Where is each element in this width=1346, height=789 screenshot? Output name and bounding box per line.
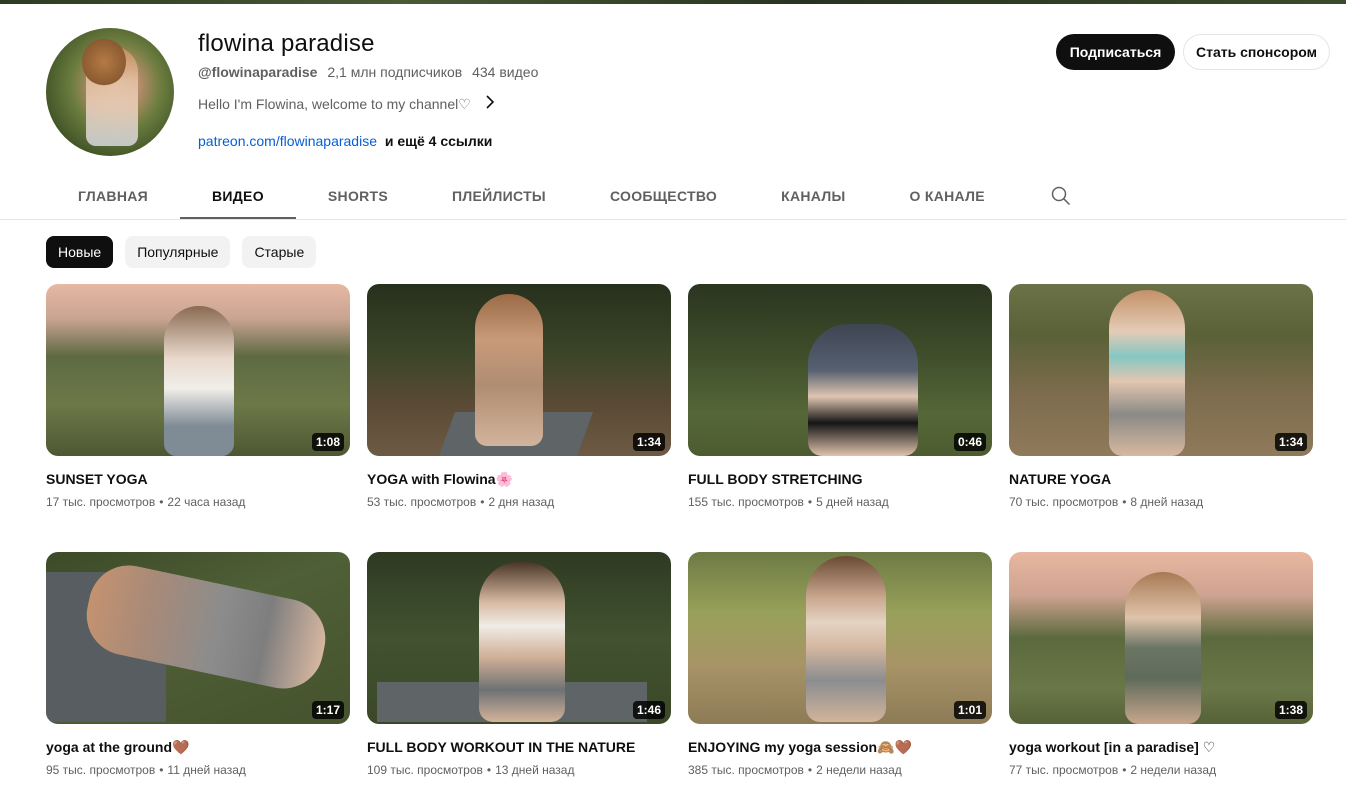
channel-banner (0, 0, 1346, 4)
tabs-divider (0, 219, 1346, 220)
more-links[interactable]: и ещё 4 ссылки (385, 133, 492, 149)
avatar-hair (82, 38, 126, 86)
video-meta: 385 тыс. просмотров • 2 недели назад (688, 763, 902, 777)
video-thumbnail[interactable]: 1:34 (1009, 284, 1313, 456)
view-count: 53 тыс. просмотров (367, 495, 477, 509)
channel-name: flowina paradise (198, 30, 375, 57)
tab-playlists[interactable]: ПЛЕЙЛИСТЫ (420, 172, 578, 220)
video-title[interactable]: ENJOYING my yoga session🙈🤎 (688, 737, 992, 757)
view-count: 95 тыс. просмотров (46, 763, 156, 777)
description-text: Hello I'm Flowina, welcome to my channel… (198, 96, 471, 112)
tab-channels[interactable]: КАНАЛЫ (749, 172, 877, 220)
video-duration: 0:46 (953, 433, 986, 451)
video-title[interactable]: FULL BODY WORKOUT IN THE NATURE (367, 737, 671, 757)
video-duration: 1:38 (1274, 701, 1307, 719)
view-count: 70 тыс. просмотров (1009, 495, 1119, 509)
upload-age: 11 дней назад (167, 763, 246, 777)
video-thumbnail[interactable]: 1:34 (367, 284, 671, 456)
video-card[interactable]: 1:34 NATURE YOGA 70 тыс. просмотров • 8 дн… (1009, 284, 1313, 552)
tab-home[interactable]: ГЛАВНАЯ (46, 172, 180, 220)
video-title[interactable]: yoga workout [in a paradise] ♡ (1009, 737, 1313, 757)
view-count: 109 тыс. просмотров (367, 763, 483, 777)
channel-avatar[interactable] (46, 28, 174, 156)
video-card[interactable]: 0:46 FULL BODY STRETCHING 155 тыс. просм… (688, 284, 992, 552)
video-grid: 1:08 SUNSET YOGA 17 тыс. просмотров • 22 ч… (46, 284, 1313, 789)
video-duration: 1:01 (953, 701, 986, 719)
filter-oldest[interactable]: Старые (242, 236, 317, 268)
upload-age: 22 часа назад (167, 495, 246, 509)
upload-age: 2 дня назад (488, 495, 555, 509)
video-duration: 1:34 (1274, 433, 1307, 451)
tab-community[interactable]: СООБЩЕСТВО (578, 172, 749, 220)
video-thumbnail[interactable]: 1:46 (367, 552, 671, 724)
video-title[interactable]: yoga at the ground🤎 (46, 737, 350, 757)
filter-newest[interactable]: Новые (46, 236, 114, 268)
thumbnail-figure (806, 556, 886, 722)
upload-age: 8 дней назад (1130, 495, 1204, 509)
upload-age: 2 недели назад (1130, 763, 1217, 777)
upload-age: 2 недели назад (816, 763, 902, 777)
upload-age: 13 дней назад (495, 763, 575, 777)
video-count: 434 видео (472, 64, 539, 80)
video-thumbnail[interactable]: 1:38 (1009, 552, 1313, 724)
video-duration: 1:08 (311, 433, 344, 451)
video-duration: 1:34 (632, 433, 665, 451)
video-meta: 70 тыс. просмотров • 8 дней назад (1009, 495, 1204, 509)
video-meta: 77 тыс. просмотров • 2 недели назад (1009, 763, 1217, 777)
sponsor-button[interactable]: Стать спонсором (1183, 34, 1330, 70)
tab-shorts[interactable]: SHORTS (296, 172, 420, 220)
subscriber-count: 2,1 млн подписчиков (327, 64, 463, 80)
video-thumbnail[interactable]: 1:17 (46, 552, 350, 724)
video-card[interactable]: 1:34 YOGA with Flowina🌸 53 тыс. просмотр… (367, 284, 671, 552)
patreon-link[interactable]: patreon.com/flowinaparadise (198, 133, 377, 149)
video-card[interactable]: 1:38 yoga workout [in a paradise] ♡ 77 т… (1009, 552, 1313, 789)
video-meta: 95 тыс. просмотров • 11 дней назад (46, 763, 246, 777)
search-icon[interactable] (1043, 172, 1079, 220)
video-title[interactable]: YOGA with Flowina🌸 (367, 469, 671, 489)
video-title[interactable]: FULL BODY STRETCHING (688, 469, 992, 489)
subscribe-button[interactable]: Подписаться (1056, 34, 1175, 70)
channel-description[interactable]: Hello I'm Flowina, welcome to my channel… (198, 95, 495, 114)
view-count: 385 тыс. просмотров (688, 763, 804, 777)
video-card[interactable]: 1:08 SUNSET YOGA 17 тыс. просмотров • 22 ч… (46, 284, 350, 552)
view-count: 17 тыс. просмотров (46, 495, 156, 509)
video-card[interactable]: 1:17 yoga at the ground🤎 95 тыс. просмот… (46, 552, 350, 789)
upload-age: 5 дней назад (816, 495, 889, 509)
video-meta: 53 тыс. просмотров • 2 дня назад (367, 495, 555, 509)
thumbnail-figure (479, 562, 565, 722)
thumbnail-figure (1125, 572, 1201, 724)
video-title[interactable]: SUNSET YOGA (46, 469, 350, 489)
video-duration: 1:17 (311, 701, 344, 719)
channel-tabs: ГЛАВНАЯ ВИДЕО SHORTS ПЛЕЙЛИСТЫ СООБЩЕСТВ… (46, 172, 1079, 220)
thumbnail-figure (1109, 290, 1185, 456)
video-thumbnail[interactable]: 1:01 (688, 552, 992, 724)
video-thumbnail[interactable]: 1:08 (46, 284, 350, 456)
tab-videos[interactable]: ВИДЕО (180, 172, 296, 220)
chevron-right-icon[interactable] (485, 95, 495, 114)
channel-handle: @flowinaparadise (198, 64, 318, 80)
video-thumbnail[interactable]: 0:46 (688, 284, 992, 456)
channel-meta: @flowinaparadise 2,1 млн подписчиков 434… (198, 64, 538, 80)
thumbnail-figure (164, 306, 234, 456)
video-duration: 1:46 (632, 701, 665, 719)
thumbnail-figure (475, 294, 543, 446)
view-count: 155 тыс. просмотров (688, 495, 804, 509)
filter-popular[interactable]: Популярные (125, 236, 231, 268)
thumbnail-figure (808, 324, 918, 456)
video-meta: 17 тыс. просмотров • 22 часа назад (46, 495, 246, 509)
video-card[interactable]: 1:01 ENJOYING my yoga session🙈🤎 385 тыс.… (688, 552, 992, 789)
video-meta: 155 тыс. просмотров • 5 дней назад (688, 495, 889, 509)
video-title[interactable]: NATURE YOGA (1009, 469, 1313, 489)
sort-filters: Новые Популярные Старые (46, 236, 317, 268)
tab-about[interactable]: О КАНАЛЕ (878, 172, 1017, 220)
video-meta: 109 тыс. просмотров • 13 дней назад (367, 763, 575, 777)
view-count: 77 тыс. просмотров (1009, 763, 1119, 777)
video-card[interactable]: 1:46 FULL BODY WORKOUT IN THE NATURE 109… (367, 552, 671, 789)
channel-links: patreon.com/flowinaparadise и ещё 4 ссыл… (198, 133, 492, 149)
